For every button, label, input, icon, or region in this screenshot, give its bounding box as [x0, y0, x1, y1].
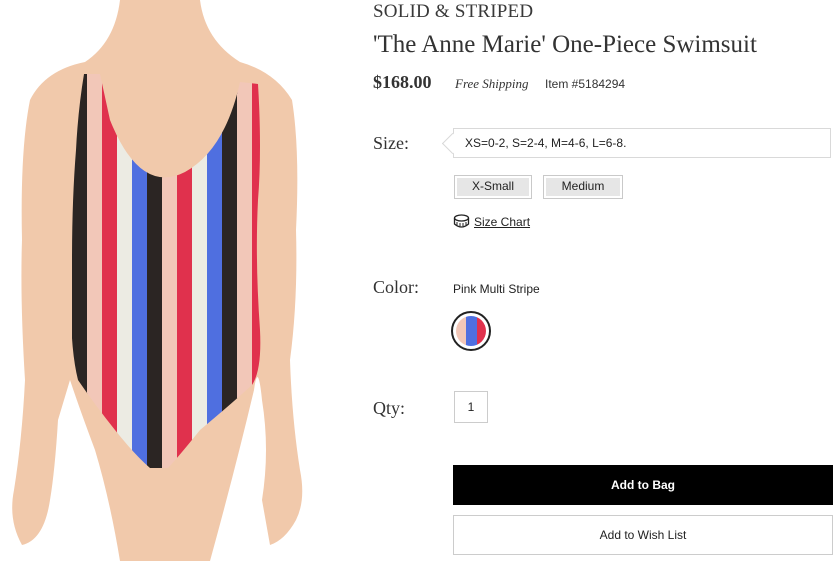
size-option-x-small[interactable]: X-Small: [454, 175, 532, 199]
color-swatch-pink-multi-stripe[interactable]: [451, 311, 491, 351]
size-chart-label: Size Chart: [474, 214, 531, 229]
quantity-input[interactable]: 1: [454, 391, 488, 423]
product-image: [12, 0, 303, 561]
add-to-bag-button[interactable]: Add to Bag: [453, 465, 833, 505]
add-to-wish-list-button[interactable]: Add to Wish List: [453, 515, 833, 555]
size-hint-tooltip: XS=0-2, S=2-4, M=4-6, L=6-8.: [453, 128, 831, 158]
color-label: Color:: [373, 277, 420, 297]
brand-name[interactable]: SOLID & STRIPED: [373, 1, 533, 23]
item-number: Item #5184294: [545, 77, 626, 91]
product-title: 'The Anne Marie' One-Piece Swimsuit: [373, 31, 757, 58]
product-price: $168.00: [373, 72, 432, 92]
free-shipping-text: Free Shipping: [455, 76, 529, 91]
stripe-swatch-icon: [456, 316, 486, 346]
size-label: Size:: [373, 133, 409, 153]
tape-measure-icon: [453, 214, 470, 228]
qty-label: Qty:: [373, 398, 406, 418]
size-chart-link[interactable]: Size Chart: [453, 214, 530, 229]
selected-color-name: Pink Multi Stripe: [453, 282, 540, 296]
size-option-medium[interactable]: Medium: [543, 175, 623, 199]
